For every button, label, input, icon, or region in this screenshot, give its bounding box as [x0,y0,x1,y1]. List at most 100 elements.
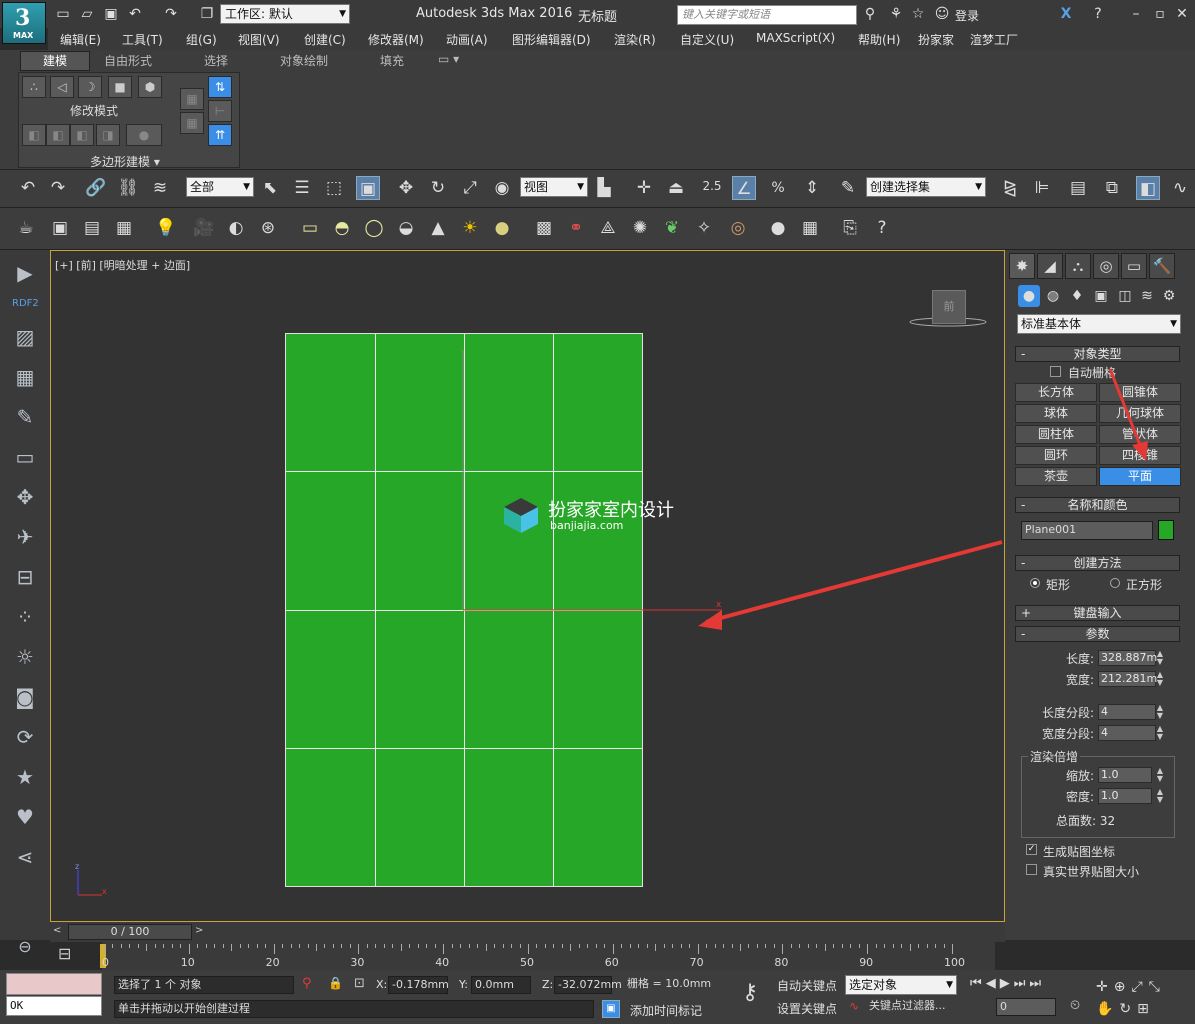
viewcube[interactable]: 前 [932,290,966,324]
teapot-icon[interactable]: ☕ [14,216,38,240]
link-icon[interactable]: 🔗 [84,176,108,200]
ribbon-tab-modeling[interactable]: 建模 [20,51,90,71]
molecule-icon[interactable]: ⚭ [564,216,588,240]
add-time-tag[interactable]: 添加时间标记 [630,1002,702,1019]
cameras-icon[interactable]: ▣ [1090,285,1112,307]
undo-icon[interactable]: ↶ [16,176,40,200]
prev-frame-arrow[interactable]: < [53,925,65,939]
motion-tab-icon[interactable]: ◎ [1093,253,1119,279]
time-slider[interactable]: 0 / 100 [68,924,192,940]
ribbon-tool-4-button[interactable]: ◨ [96,124,120,146]
isolate-icon[interactable]: ⚲ [302,976,312,991]
minimize-icon[interactable]: – [1128,6,1144,22]
ribbon-tool-5-button[interactable]: ● [126,124,162,146]
camera-icon[interactable]: ◙ [12,684,38,710]
ribbon-side-5-button[interactable]: ⇈ [208,124,232,146]
select-object-icon[interactable]: ⬉ [258,176,282,200]
ies-light-icon[interactable]: ◒ [394,216,418,240]
export-icon[interactable]: ⎘ [838,216,862,240]
object-color-swatch[interactable] [1158,520,1174,540]
sun-icon[interactable]: ☼ [12,644,38,670]
login-button[interactable]: 登录 [955,7,979,24]
category-dropdown[interactable]: 标准基本体 ▼ [1017,314,1181,334]
material-list-icon[interactable]: ▤ [80,216,104,240]
menu-animation[interactable]: 动画(A) [446,31,488,48]
gen-map-coords-checkbox[interactable]: ✓ [1026,844,1037,855]
edit-named-selection-icon[interactable]: ✎ [836,176,860,200]
menu-graph-editors[interactable]: 图形编辑器(D) [512,31,591,48]
object-type-rollout[interactable]: - 对象类型 [1015,346,1180,362]
hair-icon[interactable]: ✧ [692,216,716,240]
grass-icon[interactable]: ❦ [660,216,684,240]
exchange-icon[interactable]: X [1058,6,1074,22]
polygon-modeling-label[interactable]: 多边形建模 ▾ [90,153,160,170]
monitor-icon[interactable]: ▭ [12,444,38,470]
ribbon-tool-2-button[interactable]: ◧ [46,124,70,146]
real-world-map-checkbox[interactable] [1026,864,1037,875]
ribbon-side-3-button[interactable]: ⇅ [208,76,232,98]
curve-editor-icon[interactable]: ∿ [1168,176,1192,200]
lock-icon[interactable]: 🔒 [328,976,343,990]
unlink-icon[interactable]: ⛓ [116,176,140,200]
scene-explorer-icon[interactable]: ⧉ [1100,176,1124,200]
density-spinner[interactable]: 1.0 [1098,788,1152,804]
width-spinner[interactable]: 212.281m [1098,671,1157,687]
texture-grid-icon[interactable]: ▦ [798,216,822,240]
wood-icon[interactable]: ◎ [726,216,750,240]
sphere-material-icon[interactable]: ● [766,216,790,240]
star-icon[interactable]: ☆ [910,6,926,22]
user-icon[interactable]: ☺ [934,6,950,22]
new-file-icon[interactable]: ▭ [54,5,72,23]
maximize-icon[interactable]: ▫ [1152,6,1168,22]
plane-button[interactable]: 平面 [1099,467,1181,486]
square-radio[interactable] [1110,578,1120,588]
width-segs-spinner-arrows[interactable]: ▲ ▼ [1155,725,1165,741]
x-coord[interactable]: -0.178mm [388,976,449,994]
place-icon[interactable]: ◉ [490,176,514,200]
pivot-center-icon[interactable]: ▙ [592,176,616,200]
rdf-logo-icon[interactable]: ▶ [12,260,38,286]
length-spinner-arrows[interactable]: ▲ ▼ [1155,650,1165,666]
rect-selection-icon[interactable]: ⬚ [322,176,346,200]
keyboard-shortcut-icon[interactable]: ⏏ [664,176,688,200]
layer-manager-icon[interactable]: ▤ [1066,176,1090,200]
ribbon-tool-1-button[interactable]: ◧ [22,124,46,146]
geometry-icon[interactable]: ● [1018,285,1040,307]
spacewarps-icon[interactable]: ≋ [1136,285,1158,307]
hierarchy-tab-icon[interactable]: ⛬ [1065,253,1091,279]
rotate-icon[interactable]: ↻ [426,176,450,200]
workspace-dropdown[interactable]: 工作区: 默认 ▼ [220,4,350,24]
align-icon[interactable]: ⊫ [1030,176,1054,200]
time-config-icon[interactable]: ⏲ [1070,998,1080,1013]
ribbon-tool-3-button[interactable]: ◧ [70,124,94,146]
menu-tools[interactable]: 工具(T) [122,31,163,48]
menu-maxscript[interactable]: MAXScript(X) [756,31,835,45]
ribbon-tab-populate[interactable]: 填充 [380,52,404,70]
auto-key-button[interactable]: 自动关键点 [777,977,837,994]
length-spinner[interactable]: 328.887m [1098,650,1157,666]
ribbon-side-4-button[interactable]: ⊢ [208,100,232,122]
display-tab-icon[interactable]: ▭ [1121,253,1147,279]
sphere-button[interactable]: 球体 [1015,404,1097,423]
lights-icon[interactable]: ♦ [1066,285,1088,307]
length-segs-spinner-arrows[interactable]: ▲ ▼ [1155,704,1165,720]
light-lister-icon[interactable]: 💡 [154,216,178,240]
vr-camera-icon[interactable]: ⊛ [256,216,280,240]
track-bar-toggle-icon[interactable]: ⊟ [58,944,86,966]
name-color-rollout[interactable]: - 名称和颜色 [1015,497,1180,513]
ribbon-tab-object-paint[interactable]: 对象绘制 [280,52,328,70]
edit-icon[interactable]: ✎ [12,404,38,430]
menu-customize[interactable]: 自定义(U) [680,31,734,48]
polygon-mode-button[interactable]: ■ [108,76,132,98]
menu-views[interactable]: 视图(V) [238,31,280,48]
sun-position-icon[interactable]: ◐ [224,216,248,240]
plane-light-icon[interactable]: ▭ [298,216,322,240]
y-coord[interactable]: 0.0mm [471,976,531,994]
redo-icon[interactable]: ↷ [46,176,70,200]
star-icon[interactable]: ★ [12,764,38,790]
utilities-tab-icon[interactable]: 🔨 [1149,253,1175,279]
close-icon[interactable]: ✕ [1174,6,1190,22]
rectangle-radio[interactable] [1030,578,1040,588]
keyboard-entry-rollout[interactable]: + 键盘输入 [1015,605,1180,621]
z-coord[interactable]: -32.072mm [554,976,622,994]
